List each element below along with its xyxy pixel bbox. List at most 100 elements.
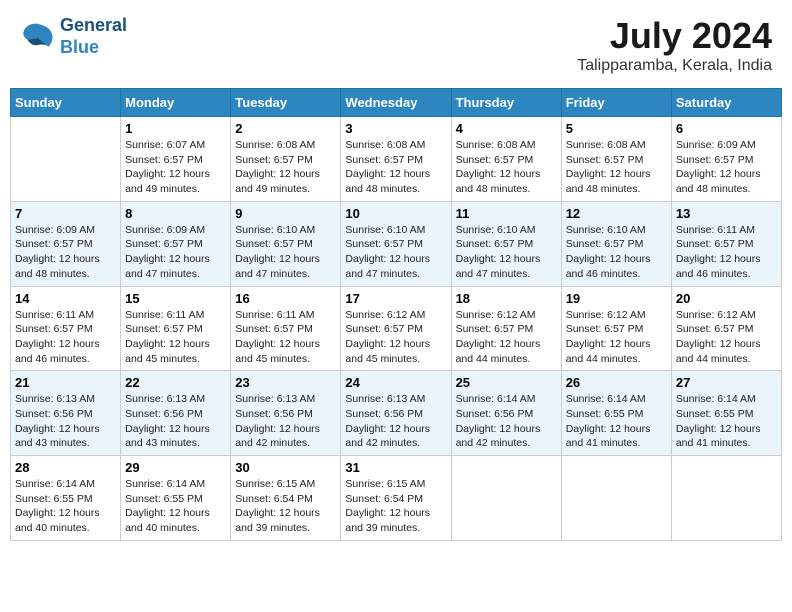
day-detail: Sunrise: 6:15 AM Sunset: 6:54 PM Dayligh…	[235, 477, 336, 536]
page-header: GeneralBlue July 2024 Talipparamba, Kera…	[10, 10, 782, 80]
day-cell: 26 Sunrise: 6:14 AM Sunset: 6:55 PM Dayli…	[561, 371, 671, 456]
logo-text: GeneralBlue	[60, 15, 127, 58]
day-detail: Sunrise: 6:13 AM Sunset: 6:56 PM Dayligh…	[125, 392, 226, 451]
header-cell-wednesday: Wednesday	[341, 89, 451, 117]
day-number: 31	[345, 460, 446, 475]
day-cell	[671, 456, 781, 541]
day-detail: Sunrise: 6:14 AM Sunset: 6:56 PM Dayligh…	[456, 392, 557, 451]
day-cell: 30 Sunrise: 6:15 AM Sunset: 6:54 PM Dayli…	[231, 456, 341, 541]
header-cell-tuesday: Tuesday	[231, 89, 341, 117]
day-cell: 31 Sunrise: 6:15 AM Sunset: 6:54 PM Dayli…	[341, 456, 451, 541]
day-number: 2	[235, 121, 336, 136]
day-number: 6	[676, 121, 777, 136]
day-detail: Sunrise: 6:15 AM Sunset: 6:54 PM Dayligh…	[345, 477, 446, 536]
day-number: 17	[345, 291, 446, 306]
week-row-2: 7 Sunrise: 6:09 AM Sunset: 6:57 PM Daylig…	[11, 201, 782, 286]
week-row-1: 1Sunrise: 6:07 AM Sunset: 6:57 PM Daylig…	[11, 117, 782, 202]
day-detail: Sunrise: 6:08 AM Sunset: 6:57 PM Dayligh…	[235, 138, 336, 197]
day-number: 5	[566, 121, 667, 136]
day-cell: 15Sunrise: 6:11 AM Sunset: 6:57 PM Dayli…	[121, 286, 231, 371]
logo-line2: Blue	[60, 37, 99, 57]
day-detail: Sunrise: 6:11 AM Sunset: 6:57 PM Dayligh…	[235, 308, 336, 367]
day-number: 27	[676, 375, 777, 390]
day-number: 13	[676, 206, 777, 221]
header-cell-monday: Monday	[121, 89, 231, 117]
day-detail: Sunrise: 6:09 AM Sunset: 6:57 PM Dayligh…	[125, 223, 226, 282]
day-cell: 27 Sunrise: 6:14 AM Sunset: 6:55 PM Dayli…	[671, 371, 781, 456]
day-detail: Sunrise: 6:14 AM Sunset: 6:55 PM Dayligh…	[125, 477, 226, 536]
day-detail: Sunrise: 6:10 AM Sunset: 6:57 PM Dayligh…	[566, 223, 667, 282]
day-cell	[561, 456, 671, 541]
day-number: 23	[235, 375, 336, 390]
day-number: 9	[235, 206, 336, 221]
day-cell: 2 Sunrise: 6:08 AM Sunset: 6:57 PM Daylig…	[231, 117, 341, 202]
day-number: 12	[566, 206, 667, 221]
day-number: 21	[15, 375, 116, 390]
day-number: 19	[566, 291, 667, 306]
day-detail: Sunrise: 6:11 AM Sunset: 6:57 PM Dayligh…	[676, 223, 777, 282]
day-detail: Sunrise: 6:13 AM Sunset: 6:56 PM Dayligh…	[345, 392, 446, 451]
day-number: 7	[15, 206, 116, 221]
day-cell: 10Sunrise: 6:10 AM Sunset: 6:57 PM Dayli…	[341, 201, 451, 286]
day-detail: Sunrise: 6:12 AM Sunset: 6:57 PM Dayligh…	[676, 308, 777, 367]
day-detail: Sunrise: 6:12 AM Sunset: 6:57 PM Dayligh…	[345, 308, 446, 367]
day-cell: 9 Sunrise: 6:10 AM Sunset: 6:57 PM Daylig…	[231, 201, 341, 286]
day-number: 1	[125, 121, 226, 136]
day-cell: 17 Sunrise: 6:12 AM Sunset: 6:57 PM Dayli…	[341, 286, 451, 371]
day-cell: 11 Sunrise: 6:10 AM Sunset: 6:57 PM Dayli…	[451, 201, 561, 286]
header-cell-sunday: Sunday	[11, 89, 121, 117]
logo-bird-icon	[20, 22, 56, 52]
header-cell-thursday: Thursday	[451, 89, 561, 117]
day-detail: Sunrise: 6:10 AM Sunset: 6:57 PM Dayligh…	[235, 223, 336, 282]
day-cell	[451, 456, 561, 541]
day-cell: 22Sunrise: 6:13 AM Sunset: 6:56 PM Dayli…	[121, 371, 231, 456]
day-cell: 8 Sunrise: 6:09 AM Sunset: 6:57 PM Daylig…	[121, 201, 231, 286]
header-cell-saturday: Saturday	[671, 89, 781, 117]
week-row-3: 14 Sunrise: 6:11 AM Sunset: 6:57 PM Dayli…	[11, 286, 782, 371]
day-cell: 18 Sunrise: 6:12 AM Sunset: 6:57 PM Dayli…	[451, 286, 561, 371]
day-number: 11	[456, 206, 557, 221]
day-cell: 4Sunrise: 6:08 AM Sunset: 6:57 PM Daylig…	[451, 117, 561, 202]
day-detail: Sunrise: 6:12 AM Sunset: 6:57 PM Dayligh…	[456, 308, 557, 367]
day-cell: 19Sunrise: 6:12 AM Sunset: 6:57 PM Dayli…	[561, 286, 671, 371]
day-number: 24	[345, 375, 446, 390]
day-number: 29	[125, 460, 226, 475]
calendar-title: July 2024	[577, 15, 772, 57]
day-cell: 23Sunrise: 6:13 AM Sunset: 6:56 PM Dayli…	[231, 371, 341, 456]
week-row-5: 28 Sunrise: 6:14 AM Sunset: 6:55 PM Dayli…	[11, 456, 782, 541]
day-detail: Sunrise: 6:14 AM Sunset: 6:55 PM Dayligh…	[676, 392, 777, 451]
day-detail: Sunrise: 6:14 AM Sunset: 6:55 PM Dayligh…	[15, 477, 116, 536]
day-number: 18	[456, 291, 557, 306]
day-cell: 6 Sunrise: 6:09 AM Sunset: 6:57 PM Daylig…	[671, 117, 781, 202]
day-number: 30	[235, 460, 336, 475]
day-cell: 29 Sunrise: 6:14 AM Sunset: 6:55 PM Dayli…	[121, 456, 231, 541]
day-cell: 14 Sunrise: 6:11 AM Sunset: 6:57 PM Dayli…	[11, 286, 121, 371]
day-number: 3	[345, 121, 446, 136]
day-cell: 28 Sunrise: 6:14 AM Sunset: 6:55 PM Dayli…	[11, 456, 121, 541]
week-row-4: 21 Sunrise: 6:13 AM Sunset: 6:56 PM Dayli…	[11, 371, 782, 456]
day-detail: Sunrise: 6:14 AM Sunset: 6:55 PM Dayligh…	[566, 392, 667, 451]
day-detail: Sunrise: 6:11 AM Sunset: 6:57 PM Dayligh…	[15, 308, 116, 367]
header-row: SundayMondayTuesdayWednesdayThursdayFrid…	[11, 89, 782, 117]
day-number: 14	[15, 291, 116, 306]
day-number: 26	[566, 375, 667, 390]
day-number: 25	[456, 375, 557, 390]
day-detail: Sunrise: 6:08 AM Sunset: 6:57 PM Dayligh…	[345, 138, 446, 197]
day-detail: Sunrise: 6:09 AM Sunset: 6:57 PM Dayligh…	[676, 138, 777, 197]
calendar-table: SundayMondayTuesdayWednesdayThursdayFrid…	[10, 88, 782, 541]
calendar-header: SundayMondayTuesdayWednesdayThursdayFrid…	[11, 89, 782, 117]
day-number: 8	[125, 206, 226, 221]
day-cell: 1Sunrise: 6:07 AM Sunset: 6:57 PM Daylig…	[121, 117, 231, 202]
day-detail: Sunrise: 6:10 AM Sunset: 6:57 PM Dayligh…	[456, 223, 557, 282]
day-detail: Sunrise: 6:08 AM Sunset: 6:57 PM Dayligh…	[566, 138, 667, 197]
logo: GeneralBlue	[20, 15, 127, 58]
day-number: 15	[125, 291, 226, 306]
day-cell: 21 Sunrise: 6:13 AM Sunset: 6:56 PM Dayli…	[11, 371, 121, 456]
day-detail: Sunrise: 6:13 AM Sunset: 6:56 PM Dayligh…	[15, 392, 116, 451]
title-block: July 2024 Talipparamba, Kerala, India	[577, 15, 772, 75]
day-number: 28	[15, 460, 116, 475]
day-cell	[11, 117, 121, 202]
day-number: 4	[456, 121, 557, 136]
day-cell: 20Sunrise: 6:12 AM Sunset: 6:57 PM Dayli…	[671, 286, 781, 371]
calendar-body: 1Sunrise: 6:07 AM Sunset: 6:57 PM Daylig…	[11, 117, 782, 541]
